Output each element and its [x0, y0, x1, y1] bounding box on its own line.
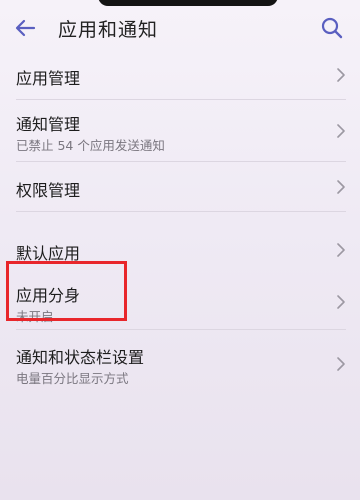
- settings-item-notification-management[interactable]: 通知管理 已禁止 54 个应用发送通知: [0, 100, 360, 162]
- chevron-right-icon: [337, 180, 345, 194]
- search-button[interactable]: [318, 14, 346, 42]
- page-title: 应用和通知: [58, 19, 159, 41]
- settings-list: 应用管理 通知管理 已禁止 54 个应用发送通知 权限管理 默认应用 应用分身 …: [0, 50, 360, 392]
- search-icon: [321, 17, 343, 39]
- item-title: 权限管理: [16, 181, 81, 200]
- app-notifications-screen: 应用和通知 应用管理 通知管理 已禁止 54 个应用发送通知 权限管理 默认应用…: [0, 0, 360, 500]
- settings-item-notification-statusbar[interactable]: 通知和状态栏设置 电量百分比显示方式: [0, 330, 360, 392]
- item-title: 通知管理: [16, 115, 81, 134]
- item-subtitle: 已禁止 54 个应用发送通知: [16, 138, 165, 153]
- item-title: 应用管理: [16, 69, 81, 88]
- chevron-right-icon: [337, 68, 345, 82]
- back-arrow-icon: [15, 19, 36, 37]
- chevron-right-icon: [337, 295, 345, 309]
- settings-item-default-apps[interactable]: 默认应用: [0, 212, 360, 264]
- settings-item-permission-management[interactable]: 权限管理: [0, 162, 360, 212]
- chevron-right-icon: [337, 357, 345, 371]
- item-title: 通知和状态栏设置: [16, 348, 145, 367]
- chevron-right-icon: [337, 124, 345, 138]
- chevron-right-icon: [337, 243, 345, 257]
- back-button[interactable]: [12, 14, 40, 42]
- item-subtitle: 电量百分比显示方式: [16, 371, 129, 386]
- settings-item-app-management[interactable]: 应用管理: [0, 50, 360, 100]
- highlight-annotation-box: [6, 261, 127, 321]
